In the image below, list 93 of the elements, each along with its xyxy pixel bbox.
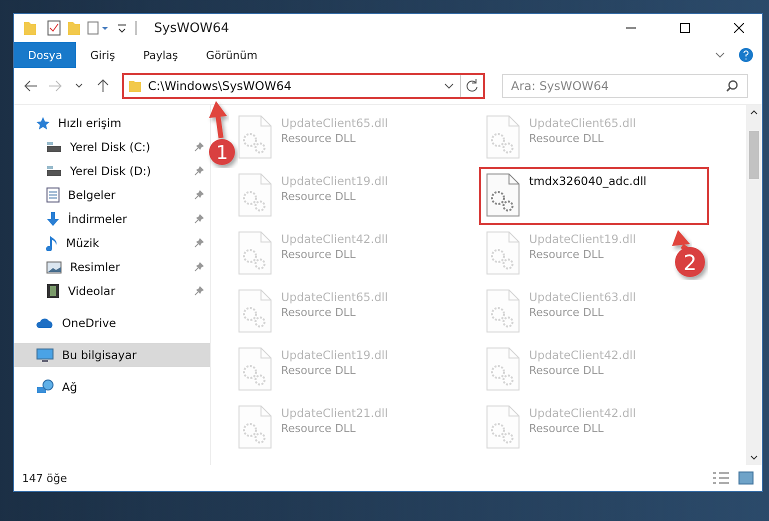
file-type: Resource DLL <box>281 422 357 435</box>
download-arrow-icon <box>46 211 60 227</box>
monitor-icon <box>36 348 54 362</box>
dll-file-icon <box>237 172 273 218</box>
item-count: 147 öğe <box>22 472 68 484</box>
network-globe-icon <box>36 379 54 395</box>
file-type: Resource DLL <box>529 132 605 145</box>
nav-item[interactable]: İndirmeler <box>14 207 210 231</box>
search-field[interactable]: Ara: SysWOW64 <box>502 74 748 98</box>
file-item[interactable]: tmdx326040_adc.dll <box>479 167 709 225</box>
address-path: C:\Windows\SysWOW64 <box>148 79 292 93</box>
file-type: Resource DLL <box>529 306 605 319</box>
dll-file-icon <box>237 404 273 450</box>
ribbon-tab[interactable]: Dosya <box>14 42 76 68</box>
scroll-down-icon[interactable] <box>750 455 758 461</box>
dll-file-icon <box>237 114 273 160</box>
file-type: Resource DLL <box>529 364 605 377</box>
dll-file-icon <box>237 288 273 334</box>
scroll-up-icon[interactable] <box>750 109 758 115</box>
ribbon-tab[interactable]: Giriş <box>76 42 130 68</box>
file-type: Resource DLL <box>281 190 357 203</box>
number-badge: 2 <box>675 247 705 277</box>
ribbon-tab[interactable]: Paylaş <box>129 42 192 68</box>
file-name: UpdateClient63.dll <box>529 290 636 304</box>
nav-item[interactable]: Resimler <box>14 255 210 279</box>
details-view-icon[interactable] <box>712 471 730 485</box>
nav-item[interactable]: Yerel Disk (C:) <box>14 135 210 159</box>
nav-label: Hızlı erişim <box>58 116 122 130</box>
file-type: Resource DLL <box>281 248 357 261</box>
dll-file-icon <box>485 404 521 450</box>
nav-label: Resimler <box>70 260 121 274</box>
file-type: Resource DLL <box>281 132 357 145</box>
nav-item[interactable]: Ağ <box>14 375 210 399</box>
file-name: UpdateClient65.dll <box>281 290 388 304</box>
nav-item[interactable]: Bu bilgisayar <box>14 343 210 367</box>
file-name: UpdateClient19.dll <box>281 348 388 362</box>
file-name: UpdateClient42.dll <box>281 232 388 246</box>
nav-item[interactable]: Videolar <box>14 279 210 303</box>
drive-icon <box>46 165 62 177</box>
nav-label: Yerel Disk (D:) <box>70 164 152 178</box>
nav-label: OneDrive <box>62 316 118 330</box>
search-icon <box>726 80 738 92</box>
nav-label: İndirmeler <box>68 212 128 226</box>
file-name: UpdateClient42.dll <box>529 406 636 420</box>
address-bar[interactable]: C:\Windows\SysWOW64 <box>122 73 485 99</box>
drive-icon <box>46 141 62 153</box>
file-name: UpdateClient21.dll <box>281 406 388 420</box>
file-type: Resource DLL <box>281 306 357 319</box>
nav-label: Ağ <box>62 380 78 394</box>
nav-label: Videolar <box>68 284 116 298</box>
nav-item[interactable]: Yerel Disk (D:) <box>14 159 210 183</box>
document-icon <box>46 187 60 203</box>
file-name: UpdateClient19.dll <box>529 232 636 246</box>
nav-label: Bu bilgisayar <box>62 348 138 362</box>
file-name: UpdateClient65.dll <box>529 116 636 130</box>
file-name: UpdateClient19.dll <box>281 174 388 188</box>
dll-file-icon <box>237 230 273 276</box>
dll-file-icon <box>237 346 273 392</box>
number-badge: 1 <box>209 139 235 165</box>
close-icon <box>734 23 744 33</box>
film-icon <box>46 283 60 299</box>
nav-item[interactable]: Müzik <box>14 231 210 255</box>
file-type: Resource DLL <box>281 364 357 377</box>
dll-file-icon <box>485 288 521 334</box>
nav-label: Yerel Disk (C:) <box>70 140 152 154</box>
nav-item[interactable]: OneDrive <box>14 311 210 335</box>
scroll-thumb[interactable] <box>749 131 759 179</box>
dll-file-icon <box>485 114 521 160</box>
nav-item[interactable]: Hızlı erişim <box>14 111 210 135</box>
large-icons-view-icon[interactable] <box>738 471 754 485</box>
cloud-icon <box>36 317 54 329</box>
maximize-icon <box>680 23 690 33</box>
dll-file-icon <box>485 346 521 392</box>
back-button[interactable] <box>22 80 40 92</box>
dll-file-icon <box>485 230 521 276</box>
dll-file-icon <box>485 172 521 218</box>
nav-label: Belgeler <box>68 188 117 202</box>
file-name: tmdx326040_adc.dll <box>529 174 646 188</box>
folder-icon <box>128 79 142 93</box>
nav-item[interactable]: Belgeler <box>14 183 210 207</box>
landscape-picture-icon <box>46 260 62 274</box>
file-type: Resource DLL <box>529 248 605 261</box>
nav-label: Müzik <box>66 236 100 250</box>
file-name: UpdateClient65.dll <box>281 116 388 130</box>
dropdown-caret-icon[interactable] <box>444 83 454 89</box>
annotation-arrow <box>209 101 227 138</box>
music-note-icon <box>46 235 58 251</box>
scrollbar[interactable] <box>746 105 762 465</box>
file-type: Resource DLL <box>529 422 605 435</box>
ribbon-tab[interactable]: Görünüm <box>192 42 272 68</box>
star-icon <box>36 116 50 130</box>
window-title: SysWOW64 <box>154 20 230 36</box>
file-name: UpdateClient42.dll <box>529 348 636 362</box>
